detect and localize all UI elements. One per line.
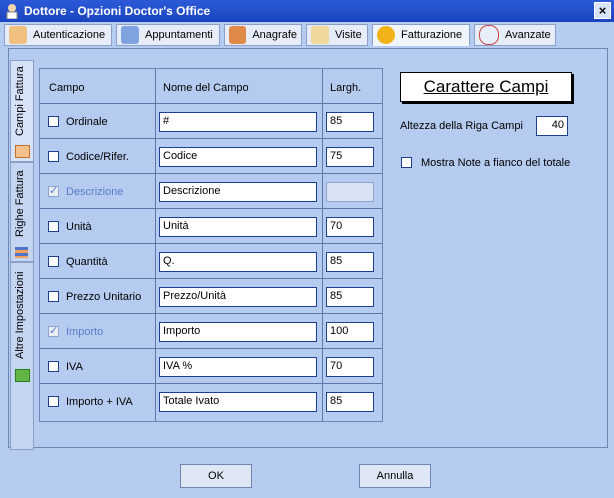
field-label: Prezzo Unitario — [66, 291, 142, 303]
tab-label: Autenticazione — [33, 29, 106, 41]
tab-autenticazione[interactable]: Autenticazione — [4, 24, 112, 46]
side-tab-label: Righe Fattura — [14, 170, 26, 237]
row-checkbox — [48, 324, 59, 337]
table-icon — [15, 145, 30, 158]
rows-icon — [15, 247, 28, 258]
euro-coin-icon — [377, 26, 395, 44]
field-width-input[interactable]: 70 — [326, 217, 374, 237]
field-name-input[interactable]: # — [159, 112, 317, 132]
options-window: Dottore - Opzioni Doctor's Office × Aute… — [0, 0, 614, 498]
row-checkbox[interactable] — [48, 256, 59, 267]
field-label: Importo + IVA — [66, 396, 133, 408]
field-label: Importo — [66, 326, 104, 338]
row-height-input[interactable]: 40 — [536, 116, 568, 136]
side-tab-campi-fattura[interactable]: Campi Fattura — [10, 60, 34, 162]
font-fields-button[interactable]: Carattere Campi — [400, 72, 572, 102]
field-label: Ordinale — [66, 116, 108, 128]
side-tab-label: Campi Fattura — [14, 66, 26, 136]
row-checkbox[interactable] — [48, 151, 59, 162]
field-width-input[interactable]: 70 — [326, 357, 374, 377]
close-button[interactable]: × — [594, 2, 611, 19]
side-tab-righe-fattura[interactable]: Righe Fattura — [10, 162, 34, 262]
people-icon — [229, 26, 247, 44]
field-width-input[interactable]: 85 — [326, 287, 374, 307]
row-checkbox[interactable] — [48, 291, 59, 302]
settings-face-icon — [479, 25, 499, 45]
doctor-app-icon — [4, 3, 20, 20]
tab-label: Appuntamenti — [145, 29, 213, 41]
field-label: Quantità — [66, 256, 108, 268]
field-width-input[interactable]: 85 — [326, 392, 374, 412]
plus-icon — [15, 369, 30, 382]
show-notes-checkbox[interactable] — [401, 157, 412, 168]
tab-label: Fatturazione — [401, 29, 463, 41]
tab-avanzate[interactable]: Avanzate — [474, 24, 556, 46]
field-label: Descrizione — [66, 186, 124, 198]
field-name-input[interactable]: Codice — [159, 147, 317, 167]
calendar-icon — [121, 26, 139, 44]
row-height-label: Altezza della Riga Campi — [400, 120, 523, 132]
field-width-input[interactable]: 85 — [326, 112, 374, 132]
fields-grid: Campo Nome del Campo Largh. Ordinale # 8… — [39, 68, 383, 422]
tab-label: Visite — [335, 29, 362, 41]
field-name-input[interactable]: IVA % — [159, 357, 317, 377]
field-width-input — [326, 182, 374, 202]
field-name-input[interactable]: Q. — [159, 252, 317, 272]
tab-fatturazione[interactable]: Fatturazione — [372, 24, 470, 46]
field-name-input[interactable]: Totale Ivato — [159, 392, 317, 412]
field-width-input[interactable]: 100 — [326, 322, 374, 342]
row-checkbox[interactable] — [48, 221, 59, 232]
tab-label: Anagrafe — [252, 29, 297, 41]
field-width-input[interactable]: 75 — [326, 147, 374, 167]
row-checkbox — [48, 184, 59, 197]
ok-button[interactable]: OK — [180, 464, 252, 488]
field-name-input[interactable]: Unità — [159, 217, 317, 237]
show-notes-label: Mostra Note a fianco del totale — [421, 157, 571, 169]
row-checkbox[interactable] — [48, 361, 59, 372]
cancel-button[interactable]: Annulla — [359, 464, 431, 488]
field-label: IVA — [66, 361, 83, 373]
field-name-input[interactable]: Prezzo/Unità — [159, 287, 317, 307]
tab-anagrafe[interactable]: Anagrafe — [224, 24, 302, 46]
field-name-input[interactable]: Descrizione — [159, 182, 317, 202]
field-label: Unità — [66, 221, 92, 233]
window-title: Dottore - Opzioni Doctor's Office — [24, 4, 211, 18]
column-header-largh: Largh. — [330, 82, 362, 94]
column-header-campo: Campo — [49, 82, 85, 94]
tab-visite[interactable]: Visite — [306, 24, 368, 46]
column-header-nome: Nome del Campo — [163, 82, 249, 94]
tab-appuntamenti[interactable]: Appuntamenti — [116, 24, 220, 46]
field-name-input[interactable]: Importo — [159, 322, 317, 342]
row-checkbox[interactable] — [48, 396, 59, 407]
field-width-input[interactable]: 85 — [326, 252, 374, 272]
side-tab-altre-impostazioni[interactable]: Altre Impostazioni — [10, 262, 34, 450]
row-checkbox[interactable] — [48, 116, 59, 127]
side-tab-label: Altre Impostazioni — [14, 271, 26, 359]
field-label: Codice/Rifer. — [66, 151, 129, 163]
user-key-icon — [9, 26, 27, 44]
clipboard-icon — [311, 26, 329, 44]
title-bar: Dottore - Opzioni Doctor's Office × — [0, 0, 614, 22]
tab-label: Avanzate — [505, 29, 551, 41]
side-tab-strip: Campi Fattura Righe Fattura Altre Impost… — [10, 60, 34, 450]
